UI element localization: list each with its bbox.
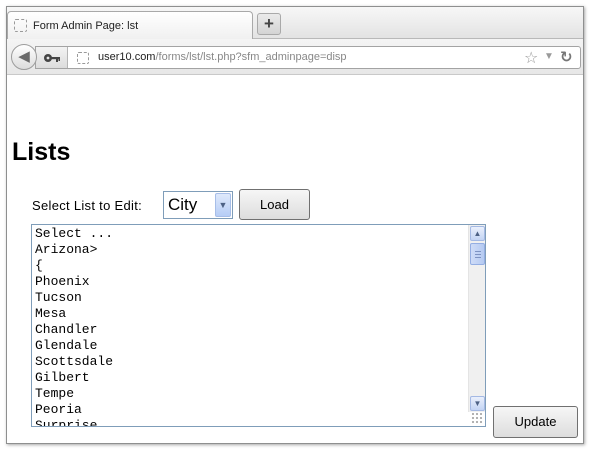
navigation-bar: user10.com/forms/lst/lst.php?sfm_adminpa… bbox=[7, 39, 583, 75]
browser-tab[interactable]: Form Admin Page: lst bbox=[7, 11, 253, 39]
new-tab-button[interactable]: + bbox=[257, 13, 281, 35]
browser-window: Form Admin Page: lst + user10.com/forms/… bbox=[6, 6, 584, 444]
scrollbar-thumb[interactable] bbox=[470, 243, 485, 265]
list-line: Chandler bbox=[35, 322, 98, 337]
grip-icon bbox=[475, 251, 481, 258]
list-line: Surprise bbox=[35, 418, 98, 427]
key-icon bbox=[43, 53, 60, 62]
list-line: Arizona> bbox=[35, 242, 98, 257]
tab-bar: Form Admin Page: lst + bbox=[7, 7, 583, 39]
back-button[interactable]: ◀ bbox=[11, 44, 37, 70]
list-line: Tucson bbox=[35, 290, 82, 305]
list-select-value: City bbox=[168, 195, 198, 214]
tab-title: Form Admin Page: lst bbox=[33, 19, 139, 32]
list-line: Phoenix bbox=[35, 274, 90, 289]
url-domain: user10.com bbox=[98, 51, 156, 63]
page-title: Lists bbox=[12, 138, 71, 166]
list-line: { bbox=[35, 258, 43, 273]
list-line: Gilbert bbox=[35, 370, 90, 385]
reload-icon[interactable]: ↻ bbox=[560, 48, 573, 66]
site-identity-button[interactable] bbox=[36, 47, 68, 68]
list-textarea[interactable]: Select ... Arizona>{Phoenix Tucson Mesa Chan… bbox=[31, 224, 486, 427]
scroll-down-button[interactable]: ▼ bbox=[470, 396, 485, 411]
list-line: Glendale bbox=[35, 338, 98, 353]
select-list-label: Select List to Edit: bbox=[32, 198, 143, 213]
resize-grip-icon[interactable] bbox=[471, 412, 484, 425]
list-lines: Select ... Arizona>{Phoenix Tucson Mesa Chan… bbox=[35, 226, 114, 427]
list-line: Scottsdale bbox=[35, 354, 114, 369]
list-line: Mesa bbox=[35, 306, 67, 321]
history-dropdown-icon[interactable]: ▼ bbox=[544, 51, 554, 62]
url-text[interactable]: user10.com/forms/lst/lst.php?sfm_adminpa… bbox=[98, 51, 347, 63]
page-icon bbox=[77, 52, 89, 64]
list-line: Tempe bbox=[35, 386, 75, 401]
scroll-up-button[interactable]: ▲ bbox=[470, 226, 485, 241]
list-line: Peoria bbox=[35, 402, 82, 417]
load-button[interactable]: Load bbox=[239, 189, 310, 220]
address-bar[interactable]: user10.com/forms/lst/lst.php?sfm_adminpa… bbox=[35, 46, 581, 69]
list-line: Select ... bbox=[35, 226, 114, 241]
back-arrow-icon: ◀ bbox=[18, 48, 30, 65]
url-path: /forms/lst/lst.php?sfm_adminpage=disp bbox=[155, 51, 347, 63]
update-button[interactable]: Update bbox=[493, 406, 578, 438]
page-content: Lists Select List to Edit: City ▼ Load S… bbox=[7, 76, 583, 443]
chevron-down-icon[interactable]: ▼ bbox=[215, 193, 231, 217]
vertical-scrollbar[interactable]: ▲ ▼ bbox=[468, 225, 485, 412]
star-icon[interactable]: ☆ bbox=[524, 48, 538, 68]
list-select[interactable]: City ▼ bbox=[163, 191, 233, 219]
page-icon bbox=[14, 19, 27, 32]
